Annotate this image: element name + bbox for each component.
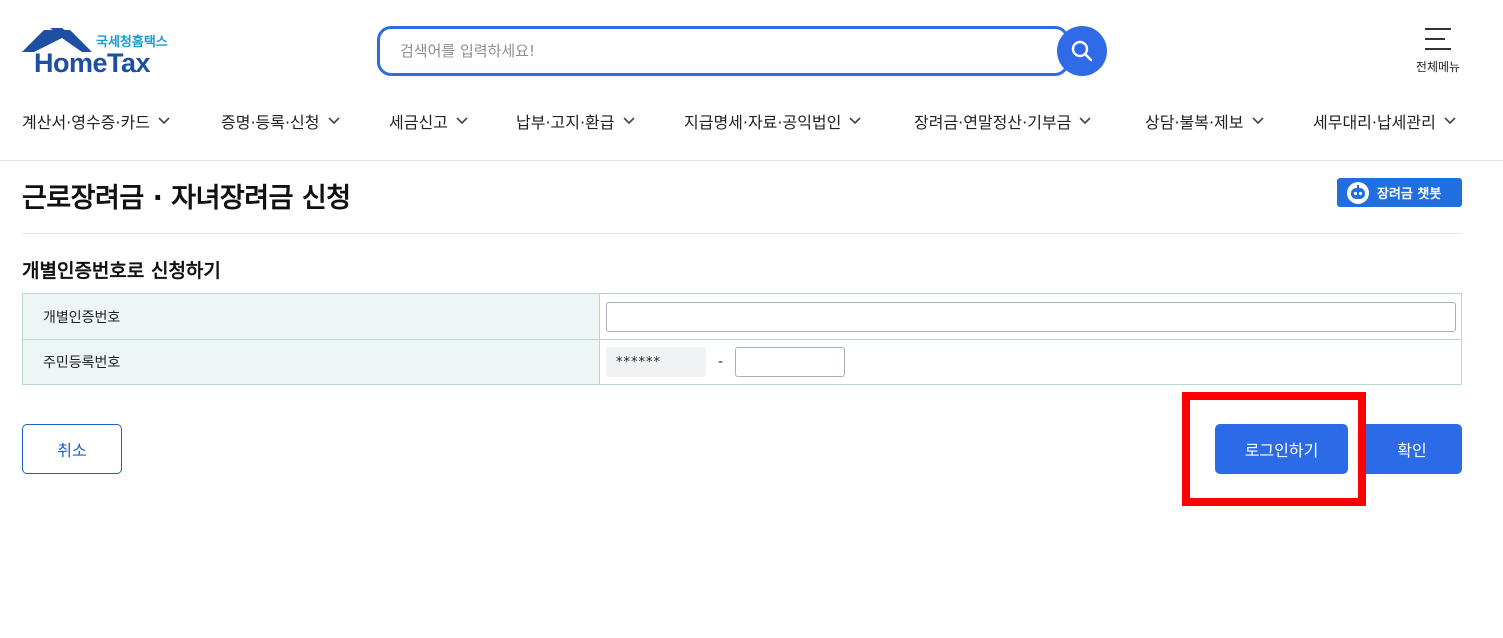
login-button[interactable]: 로그인하기 [1215,424,1348,474]
nav-item-statements[interactable]: 지급명세·자료·공익법인 [684,104,861,138]
search-icon [1071,40,1093,62]
nav-item-consulting[interactable]: 상담·불복·제보 [1145,104,1264,138]
chevron-down-icon [1079,117,1091,125]
section-title: 개별인증번호로 신청하기 [22,260,221,282]
hometax-logo[interactable]: 국세청홈택스 HomeTax [22,28,174,78]
nav-item-tax-agent[interactable]: 세무대리·납세관리 [1313,104,1456,138]
logo-title: HomeTax [34,48,151,78]
nav-item-label: 납부·고지·환급 [516,113,615,132]
all-menu-label: 전체메뉴 [1415,60,1461,74]
nav-item-tax-filing[interactable]: 세금신고 [389,104,468,138]
nav-item-incentives[interactable]: 장려금·연말정산·기부금 [914,104,1091,138]
main-navigation: 계산서·영수증·카드 증명·등록·신청 세금신고 납부·고지·환급 지급명세·자… [0,104,1503,138]
nav-item-certificates[interactable]: 증명·등록·신청 [221,104,340,138]
rrn-back-input[interactable] [735,347,846,377]
auth-form-table: 개별인증번호 주민등록번호 ****** - [22,293,1462,385]
auth-number-label: 개별인증번호 [23,294,600,339]
chatbot-button[interactable]: 장려금 챗봇 [1337,178,1462,207]
chevron-down-icon [327,117,340,125]
form-row-auth-number: 개별인증번호 [23,294,1461,339]
chevron-down-icon [1444,117,1456,125]
form-row-rrn: 주민등록번호 ****** - [23,339,1461,384]
chevron-down-icon [158,117,170,125]
nav-item-label: 세금신고 [389,113,448,132]
nav-item-label: 장려금·연말정산·기부금 [914,113,1072,132]
all-menu-button[interactable]: 전체메뉴 [1408,26,1468,78]
hamburger-icon [1425,28,1451,50]
nav-item-label: 계산서·영수증·카드 [22,113,150,132]
cancel-button[interactable]: 취소 [22,424,122,474]
chevron-down-icon [456,117,468,125]
nav-item-payment[interactable]: 납부·고지·환급 [516,104,635,138]
auth-number-cell [600,294,1461,339]
nav-item-receipts[interactable]: 계산서·영수증·카드 [22,104,170,138]
search-box [377,26,1069,76]
rrn-cell: ****** - [600,340,1461,384]
chatbot-label: 장려금 챗봇 [1377,187,1442,202]
chatbot-icon [1347,181,1369,204]
search-input[interactable] [380,29,1066,73]
chevron-down-icon [1251,117,1264,125]
search-button[interactable] [1057,26,1107,76]
nav-item-label: 증명·등록·신청 [221,113,320,132]
page-title: 근로장려금 · 자녀장려금 신청 [22,183,351,214]
nav-item-label: 세무대리·납세관리 [1313,113,1436,132]
confirm-button[interactable]: 확인 [1362,424,1462,474]
chevron-down-icon [622,117,635,125]
nav-item-label: 상담·불복·제보 [1145,113,1244,132]
rrn-label: 주민등록번호 [23,340,600,384]
rrn-separator: - [718,354,724,370]
chevron-down-icon [849,117,861,125]
nav-item-label: 지급명세·자료·공익법인 [684,113,842,132]
title-divider [22,233,1462,234]
rrn-front-field: ****** [606,347,706,377]
auth-number-input[interactable] [606,301,1456,332]
header-divider [0,160,1503,161]
